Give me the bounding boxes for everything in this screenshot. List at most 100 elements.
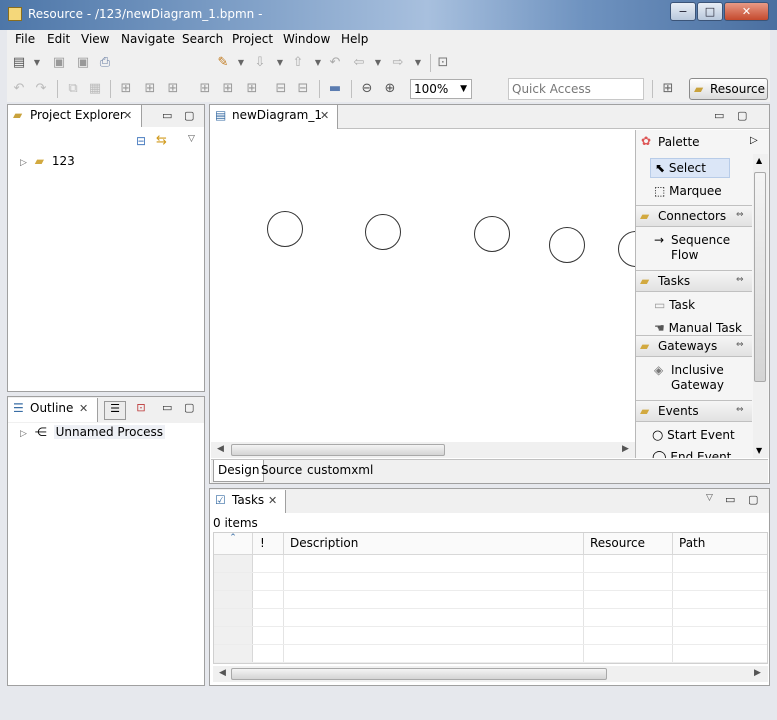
scroll-up-icon[interactable]: ▲ [756,156,762,165]
tab-project-explorer[interactable]: ▰ Project Explorer ✕ [8,105,142,127]
align-right-icon[interactable]: ⊞ [165,81,181,97]
maximize-view-icon[interactable]: ▢ [184,109,194,122]
link-with-editor-icon[interactable]: ⇆ [156,133,167,148]
scroll-right-icon[interactable]: ▶ [754,668,761,678]
save-all-icon[interactable]: ▣ [75,55,91,71]
forward-icon[interactable]: ⇨ [390,55,406,71]
pin-icon[interactable]: ⇔ [736,405,744,415]
new-icon[interactable]: ▤ [11,55,27,71]
pin-icon[interactable]: ⇔ [736,210,744,220]
close-button[interactable]: ✕ [724,2,769,21]
menu-file[interactable]: File [15,32,35,46]
back-icon[interactable]: ⇦ [351,55,367,71]
run-icon[interactable]: ✎ [215,55,231,71]
maximize-view-icon[interactable]: ▢ [748,493,758,506]
match-width-icon[interactable]: ⊟ [295,81,311,97]
scroll-down-icon[interactable]: ▼ [756,446,762,455]
start-event-shape[interactable] [618,231,635,267]
new-dropdown-icon[interactable]: ▼ [29,55,45,71]
forward-dropdown-icon[interactable]: ▼ [410,55,426,71]
copy-icon[interactable]: ⧉ [65,81,81,97]
match-height-icon[interactable]: ⊟ [273,81,289,97]
tree-item-123[interactable]: ▷ ▰ 123 [20,154,75,170]
tree-item-process[interactable]: ▷ ⋲ Unnamed Process [20,425,165,441]
paste-icon[interactable]: ▦ [87,81,103,97]
expand-icon[interactable]: ▷ [20,158,27,168]
collapse-all-icon[interactable]: ⊟ [136,134,146,148]
palette-item-start-event[interactable]: ○ Start Event [652,428,735,443]
tab-design[interactable]: Design [213,460,265,482]
pin-icon[interactable]: ⇔ [736,275,744,285]
scrollbar-thumb[interactable] [231,668,607,680]
align-left-icon[interactable]: ⊞ [118,81,134,97]
scroll-right-icon[interactable]: ▶ [622,444,629,454]
align-bottom-icon[interactable]: ⊞ [244,81,260,97]
scroll-left-icon[interactable]: ◀ [217,444,224,454]
last-edit-icon[interactable]: ↶ [327,55,343,71]
minimize-view-icon[interactable]: ▭ [714,109,724,122]
zoom-out-icon[interactable]: ⊖ [359,81,375,97]
palette-scrollbar[interactable]: ▲ ▼ [753,154,768,458]
start-event-shape[interactable] [549,227,585,263]
align-top-icon[interactable]: ⊞ [197,81,213,97]
resource-perspective-button[interactable]: ▰ Resource [689,78,768,100]
palette-item-manual-task[interactable]: ☚ Manual Task [654,321,742,336]
minimize-view-icon[interactable]: ▭ [162,109,172,122]
menu-search[interactable]: Search [182,32,223,46]
maximize-button[interactable]: □ [697,2,723,21]
scroll-left-icon[interactable]: ◀ [219,668,226,678]
palette-group-connectors[interactable]: ▰ Connectors ⇔ [636,205,752,227]
palette-group-tasks[interactable]: ▰ Tasks ⇔ [636,270,752,292]
menu-window[interactable]: Window [283,32,330,46]
pin-editor-icon[interactable]: ⊡ [435,55,451,71]
print-icon[interactable]: ⎙ [97,55,113,71]
ruler-icon[interactable]: ▬ [327,81,343,97]
align-center-icon[interactable]: ⊞ [142,81,158,97]
open-perspective-icon[interactable]: ⊞ [660,81,676,97]
menu-project[interactable]: Project [232,32,273,46]
run-dropdown-icon[interactable]: ▼ [233,55,249,71]
next-annotation-icon[interactable]: ⇩ [252,55,268,71]
close-icon[interactable]: ✕ [123,109,132,122]
start-event-shape[interactable] [267,211,303,247]
close-icon[interactable]: ✕ [79,402,88,415]
overview-icon[interactable]: ⊡ [130,401,152,420]
view-menu-icon[interactable]: ▽ [188,134,195,144]
palette-item-end-event[interactable]: ◯ End Event [652,450,731,458]
diagram-canvas[interactable] [211,130,635,442]
tab-tasks[interactable]: ☑ Tasks ✕ [210,490,286,513]
align-middle-icon[interactable]: ⊞ [220,81,236,97]
zoom-select[interactable]: 100% ▼ [410,79,472,99]
palette-marquee-tool[interactable]: ⬚ Marquee [654,184,722,199]
horizontal-scrollbar[interactable]: ◀ ▶ [211,442,635,458]
prev-annotation-icon[interactable]: ⇧ [290,55,306,71]
tasks-horizontal-scrollbar[interactable]: ◀ ▶ [213,666,768,682]
close-icon[interactable]: ✕ [268,494,277,507]
menu-navigate[interactable]: Navigate [121,32,175,46]
hide-palette-icon[interactable]: ▷ [750,135,758,146]
palette-item-task[interactable]: ▭ Task [654,298,695,313]
menu-edit[interactable]: Edit [47,32,70,46]
tab-outline[interactable]: ☰ Outline ✕ [8,398,98,422]
zoom-in-icon[interactable]: ⊕ [382,81,398,97]
back-dropdown-icon[interactable]: ▼ [370,55,386,71]
palette-select-tool[interactable]: ⬉ Select [650,158,730,178]
menu-view[interactable]: View [81,32,109,46]
quick-access-input[interactable]: Quick Access [508,78,644,100]
prev-annotation-dropdown-icon[interactable]: ▼ [310,55,326,71]
expand-icon[interactable]: ▷ [20,429,27,439]
start-event-shape[interactable] [365,214,401,250]
palette-group-events[interactable]: ▰ Events ⇔ [636,400,752,422]
next-annotation-dropdown-icon[interactable]: ▼ [272,55,288,71]
close-icon[interactable]: ✕ [320,109,329,122]
column-path[interactable]: Path [673,533,767,555]
tab-newdiagram[interactable]: ▤ newDiagram_1 ✕ [210,105,338,129]
column-priority[interactable]: ! [253,533,284,555]
scrollbar-thumb[interactable] [754,172,766,382]
save-icon[interactable]: ▣ [51,55,67,71]
menu-help[interactable]: Help [341,32,368,46]
start-event-shape[interactable] [474,216,510,252]
pin-icon[interactable]: ⇔ [736,340,744,350]
undo-icon[interactable]: ↶ [11,81,27,97]
redo-icon[interactable]: ↷ [33,81,49,97]
